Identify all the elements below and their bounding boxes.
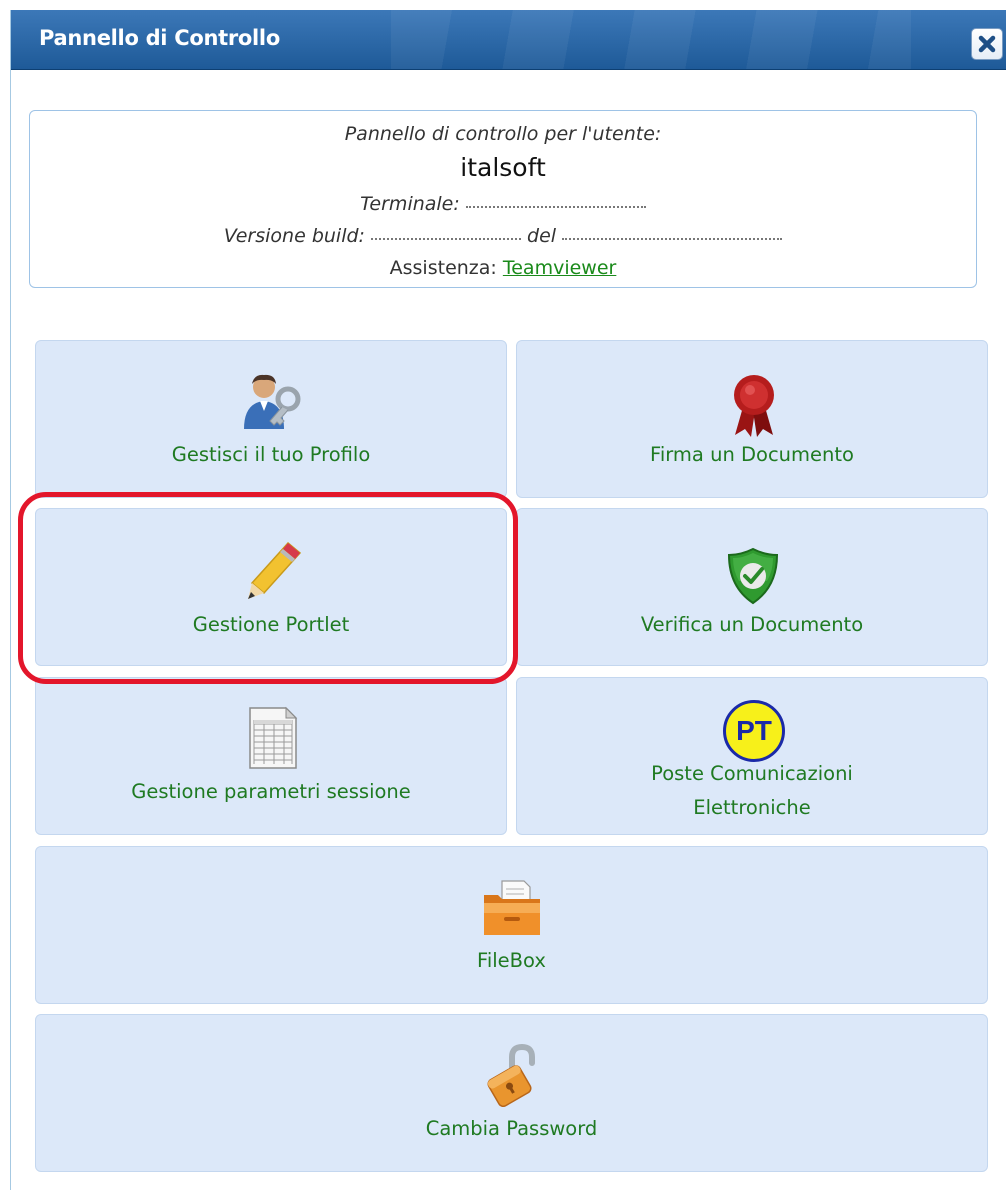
info-header: Pannello di controllo per l'utente: — [344, 123, 662, 145]
tile-poste-comunicazioni[interactable]: PT Poste Comunicazioni Elettroniche — [516, 677, 988, 835]
build-date-label: del — [527, 225, 557, 247]
tile-verifica-documento[interactable]: Verifica un Documento — [516, 508, 988, 666]
tile-firma-documento[interactable]: Firma un Documento — [516, 340, 988, 498]
tile-label-line1: Poste Comunicazioni — [651, 762, 853, 785]
tile-label: Verifica un Documento — [640, 613, 864, 636]
build-label: Versione build: — [223, 225, 365, 247]
dialog-title: Pannello di Controllo — [39, 26, 280, 50]
filebox-icon — [484, 880, 540, 935]
user-info-box: Pannello di controllo per l'utente: ital… — [29, 110, 977, 288]
build-date-masked — [562, 234, 783, 240]
pencil-icon — [248, 541, 302, 599]
close-icon — [978, 35, 996, 53]
pt-logo-text: PT — [736, 715, 772, 746]
tile-gestisci-profilo[interactable]: Gestisci il tuo Profilo — [35, 340, 507, 498]
terminal-label: Terminale: — [360, 193, 460, 215]
tile-filebox[interactable]: FileBox — [35, 846, 988, 1004]
build-value-masked — [371, 234, 521, 240]
ribbon-seal-icon — [734, 375, 774, 437]
spreadsheet-icon — [249, 706, 298, 769]
tile-gestione-portlet[interactable]: Gestione Portlet — [35, 508, 507, 666]
close-button[interactable] — [971, 28, 1003, 60]
titlebar[interactable]: Pannello di Controllo — [11, 10, 1006, 70]
shield-check-icon — [727, 547, 779, 605]
username: italsoft — [460, 153, 546, 182]
tile-label-line2: Elettroniche — [693, 796, 811, 819]
tile-label: Gestione Portlet — [192, 613, 350, 636]
tile-gestione-parametri-sessione[interactable]: Gestione parametri sessione — [35, 677, 507, 835]
terminal-value-masked — [465, 202, 646, 208]
tile-label: FileBox — [477, 949, 546, 972]
user-key-icon — [244, 374, 301, 429]
tile-label: Gestisci il tuo Profilo — [171, 443, 371, 466]
padlock-open-icon — [487, 1043, 535, 1107]
tile-label: Gestione parametri sessione — [131, 780, 411, 803]
teamviewer-link[interactable]: Teamviewer — [503, 257, 616, 279]
tile-label: Firma un Documento — [650, 443, 854, 466]
support-label: Assistenza: — [389, 257, 497, 279]
tile-label: Cambia Password — [425, 1117, 598, 1140]
tile-cambia-password[interactable]: Cambia Password — [35, 1014, 988, 1172]
pt-logo-icon: PT — [723, 700, 785, 762]
